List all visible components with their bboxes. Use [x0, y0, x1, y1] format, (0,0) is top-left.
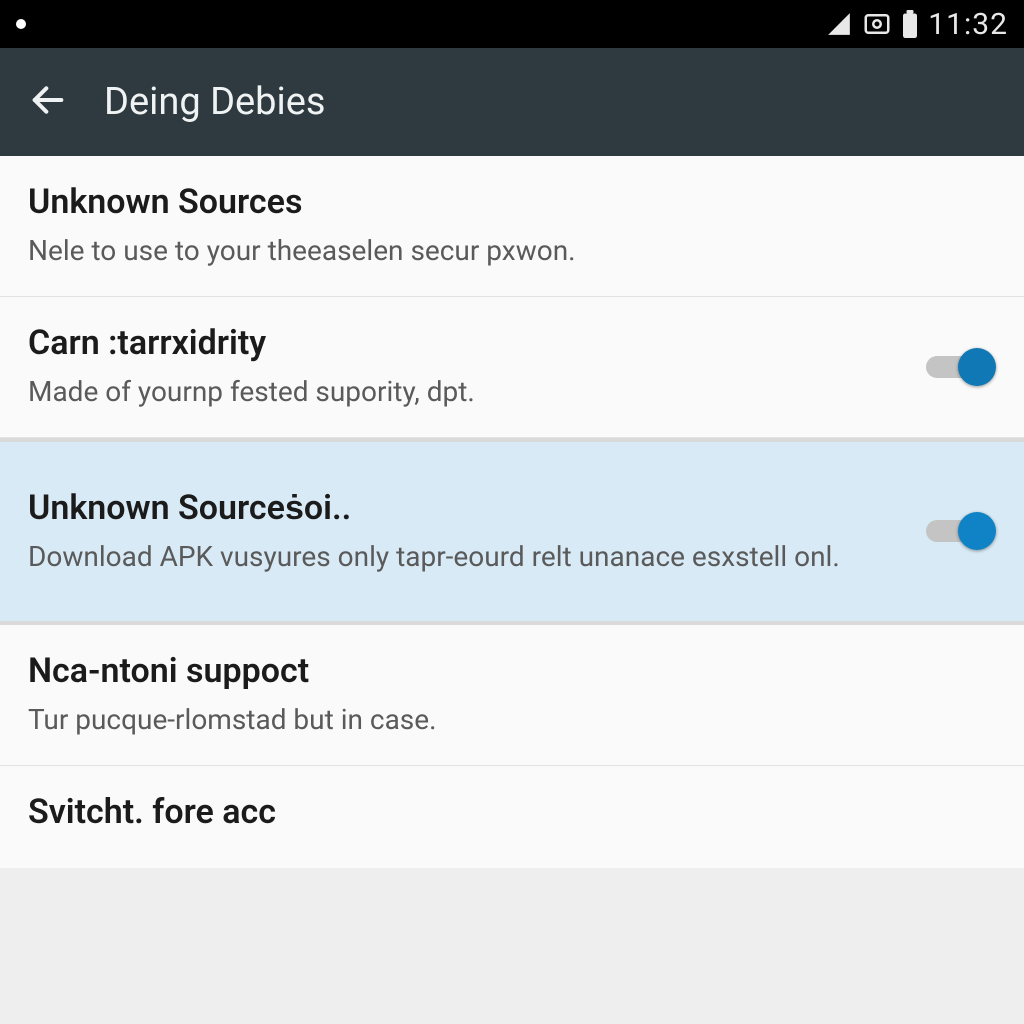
setting-unknown-sources[interactable]: Unknown Sources Nele to use to your thee… — [0, 156, 1024, 297]
setting-svitcht-fore-acc[interactable]: Svitcht. fore acc — [0, 766, 1024, 868]
battery-icon — [902, 10, 918, 38]
settings-list: Unknown Sources Nele to use to your thee… — [0, 156, 1024, 868]
setting-subtitle: Download APK vusyures only tapr-eourd re… — [28, 538, 906, 576]
signal-icon — [826, 11, 852, 37]
system-icon — [862, 9, 892, 39]
toggle-switch[interactable] — [926, 512, 996, 550]
toggle-thumb — [958, 348, 996, 386]
setting-title: Carn :tarrxidrity — [28, 323, 906, 363]
setting-subtitle: Nele to use to your theeaselen secur pxw… — [28, 232, 996, 270]
app-bar: Deing Debies — [0, 48, 1024, 156]
toggle-thumb — [958, 512, 996, 550]
setting-unknown-source-oi[interactable]: Unknown Sourceṡoi.. Download APK vusyure… — [0, 438, 1024, 626]
setting-title: Unknown Sources — [28, 182, 996, 222]
status-bar: 11:32 — [0, 0, 1024, 48]
setting-title: Unknown Sourceṡoi.. — [28, 488, 906, 528]
setting-carn-tarrxidrity[interactable]: Carn :tarrxidrity Made of yournp fested … — [0, 297, 1024, 438]
setting-title: Svitcht. fore acc — [28, 792, 996, 832]
back-arrow-icon[interactable] — [28, 80, 68, 124]
setting-title: Nca-ntoni suppoct — [28, 651, 996, 691]
toggle-switch[interactable] — [926, 348, 996, 386]
setting-nca-ntoni-suppoct[interactable]: Nca-ntoni suppoct Tur pucque-rlomstad bu… — [0, 625, 1024, 766]
notification-dot-icon — [16, 19, 26, 29]
status-clock: 11:32 — [928, 7, 1008, 42]
page-title: Deing Debies — [104, 80, 326, 124]
setting-subtitle: Made of yournp fested supority, dpt. — [28, 373, 906, 411]
setting-subtitle: Tur pucque-rlomstad but in case. — [28, 701, 996, 739]
